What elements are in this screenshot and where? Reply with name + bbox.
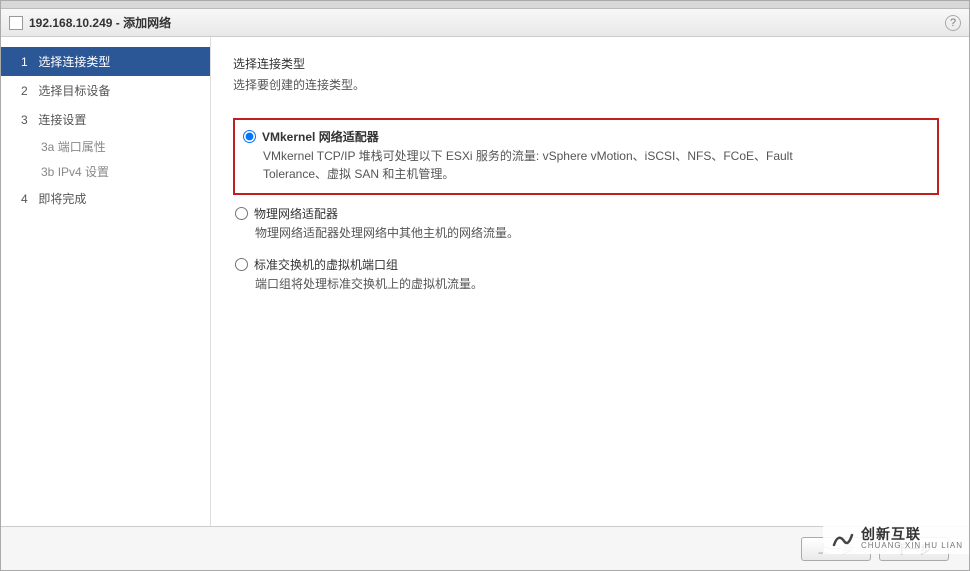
step-3-connection-settings[interactable]: 3 连接设置 [1,105,210,134]
option-physical-adapter: 物理网络适配器 物理网络适配器处理网络中其他主机的网络流量。 [233,205,939,242]
dialog-body: 1 选择连接类型 2 选择目标设备 3 连接设置 3a 端口属性 3b IPv4… [1,37,969,526]
step-number: 3 [21,113,35,127]
watermark-tagline: CHUANG XIN HU LIAN [861,542,963,551]
option-vmkernel: VMkernel 网络适配器 VMkernel TCP/IP 堆栈可处理以下 E… [241,128,927,183]
step-label: 连接设置 [38,113,86,127]
option-physical-line[interactable]: 物理网络适配器 [235,205,939,222]
step-1-connection-type[interactable]: 1 选择连接类型 [1,47,210,76]
substep-label: 端口属性 [58,140,106,154]
titlebar: 192.168.10.249 - 添加网络 ? [1,9,969,37]
watermark-text: 创新互联 CHUANG XIN HU LIAN [861,527,963,551]
step-4-ready-to-complete[interactable]: 4 即将完成 [1,184,210,213]
substep-prefix: 3b [41,165,54,179]
page-subtitle: 选择要创建的连接类型。 [233,76,939,93]
wizard-main-panel: 选择连接类型 选择要创建的连接类型。 VMkernel 网络适配器 VMkern… [211,37,969,526]
step-label: 选择连接类型 [38,55,110,69]
option-physical-desc: 物理网络适配器处理网络中其他主机的网络流量。 [255,224,815,242]
substep-3a-port-properties[interactable]: 3a 端口属性 [1,134,210,159]
host-icon [9,16,23,30]
step-label: 即将完成 [38,192,86,206]
step-label: 选择目标设备 [38,84,110,98]
step-2-target-device[interactable]: 2 选择目标设备 [1,76,210,105]
radio-physical-adapter[interactable] [235,207,248,220]
page-title: 选择连接类型 [233,55,939,72]
watermark: 创新互联 CHUANG XIN HU LIAN [823,524,969,554]
option-vm-portgroup-desc: 端口组将处理标准交换机上的虚拟机流量。 [255,275,815,293]
step-number: 4 [21,192,35,206]
option-physical-title: 物理网络适配器 [254,205,338,222]
watermark-logo-icon [829,526,855,552]
substep-prefix: 3a [41,140,54,154]
help-icon[interactable]: ? [945,15,961,31]
option-vm-portgroup: 标准交换机的虚拟机端口组 端口组将处理标准交换机上的虚拟机流量。 [233,256,939,293]
option-vmkernel-line[interactable]: VMkernel 网络适配器 [243,128,927,145]
highlighted-option-box: VMkernel 网络适配器 VMkernel TCP/IP 堆栈可处理以下 E… [233,118,939,195]
option-vm-portgroup-title: 标准交换机的虚拟机端口组 [254,256,398,273]
substep-3b-ipv4-settings[interactable]: 3b IPv4 设置 [1,159,210,184]
step-number: 1 [21,55,35,69]
option-vmkernel-title: VMkernel 网络适配器 [262,128,379,145]
step-number: 2 [21,84,35,98]
option-vm-portgroup-line[interactable]: 标准交换机的虚拟机端口组 [235,256,939,273]
radio-vm-portgroup[interactable] [235,258,248,271]
dialog-window: 192.168.10.249 - 添加网络 ? 1 选择连接类型 2 选择目标设… [0,0,970,571]
window-title: 192.168.10.249 - 添加网络 [29,14,171,31]
parent-tab-strip [1,1,969,9]
radio-vmkernel[interactable] [243,130,256,143]
substep-label: IPv4 设置 [58,165,109,179]
watermark-brand: 创新互联 [861,527,963,542]
option-vmkernel-desc: VMkernel TCP/IP 堆栈可处理以下 ESXi 服务的流量: vSph… [263,147,823,183]
wizard-steps-sidebar: 1 选择连接类型 2 选择目标设备 3 连接设置 3a 端口属性 3b IPv4… [1,37,211,526]
